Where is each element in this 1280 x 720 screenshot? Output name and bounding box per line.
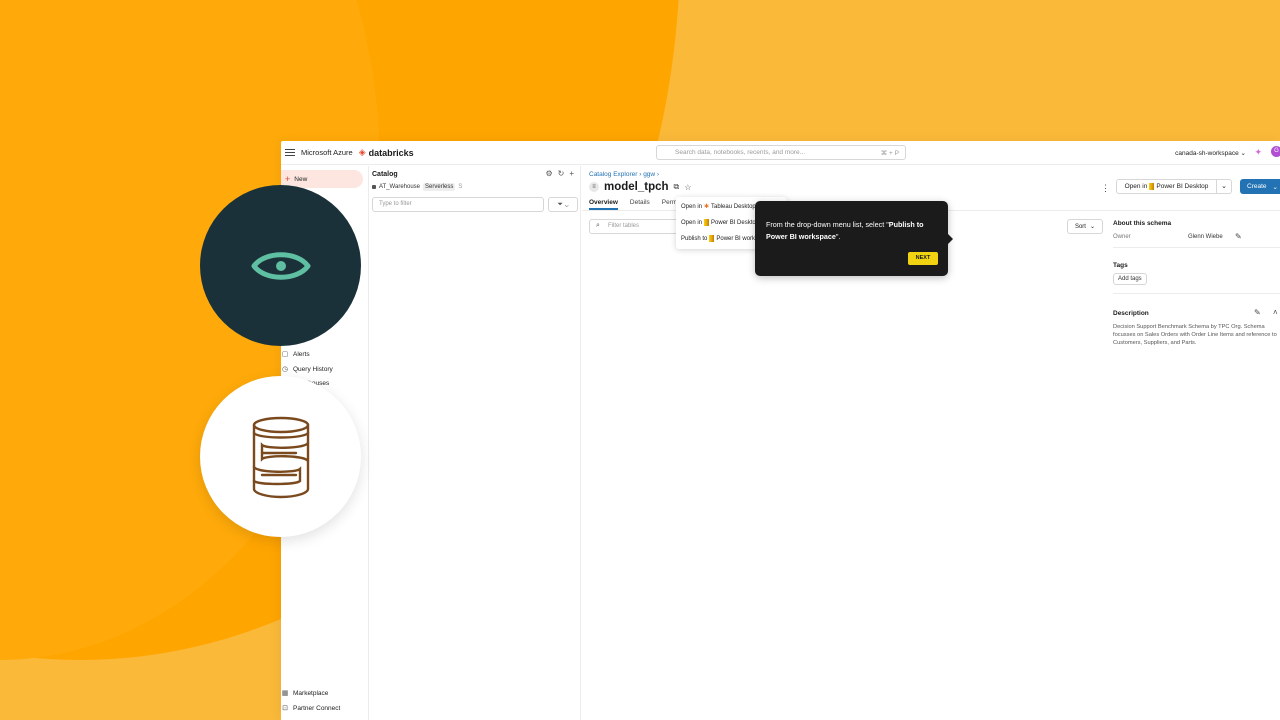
history-icon: ◷ <box>281 366 289 373</box>
eye-icon <box>251 251 310 280</box>
powerbi-icon <box>704 219 710 226</box>
add-icon[interactable]: + <box>569 169 574 178</box>
menu-item-target: Power BI Desktop <box>711 219 760 226</box>
description-text: Decision Support Benchmark Schema by TPC… <box>1113 324 1277 346</box>
create-label: Create <box>1247 183 1267 190</box>
tooltip-text-start: From the drop-down menu list, select " <box>766 220 889 229</box>
search-shortcut: ⌘ + P <box>880 149 899 157</box>
sort-button[interactable]: Sort ⌄ <box>1067 219 1103 234</box>
divider <box>1113 293 1280 294</box>
catalog-filter-input[interactable]: Type to filter <box>372 197 544 212</box>
tooltip-text-end: ". <box>835 231 841 241</box>
database-circle <box>200 376 361 537</box>
top-bar: Microsoft Azure ◈ databricks Search data… <box>281 141 1280 165</box>
filter-funnel-icon[interactable]: ⏷ ⌄ <box>548 197 578 212</box>
sidebar-item-query-history[interactable]: ◷ Query History <box>281 365 333 374</box>
chevron-down-icon: ⌄ <box>1089 224 1096 230</box>
refresh-icon[interactable]: ↻ <box>558 169 565 178</box>
search-placeholder: Search data, notebooks, recents, and mor… <box>675 149 806 156</box>
link-icon: ⊡ <box>282 705 288 712</box>
open-in-dropdown-toggle[interactable]: ⌄ <box>1217 179 1232 194</box>
warehouse-selector[interactable]: AT_Warehouse Serverless S <box>372 183 462 191</box>
menu-item-prefix: Publish to <box>681 235 708 242</box>
catalog-actions: ⚙ ↻ + <box>545 169 574 178</box>
warehouse-name: AT_Warehouse <box>379 184 421 190</box>
search-icon: ⌕ <box>596 222 600 229</box>
avatar[interactable]: G <box>1271 146 1280 157</box>
description-heading: Description <box>1113 310 1149 317</box>
warehouse-icon <box>372 185 376 189</box>
guide-tooltip: From the drop-down menu list, select "Pu… <box>755 201 953 276</box>
powerbi-icon <box>709 235 715 242</box>
tab-details[interactable]: Details <box>630 199 650 210</box>
tags-heading: Tags <box>1113 262 1128 269</box>
brand-name[interactable]: databricks <box>369 148 414 158</box>
new-button-label: New <box>294 175 308 183</box>
menu-item-open-powerbi[interactable]: Open in Power BI Desktop <box>681 219 759 226</box>
star-icon[interactable]: ☆ <box>684 183 691 192</box>
edit-owner-icon[interactable]: ✎ <box>1235 232 1242 241</box>
sidebar-item-label: Partner Connect <box>293 704 341 712</box>
about-heading: About this schema <box>1113 220 1172 227</box>
tab-overview[interactable]: Overview <box>589 199 618 210</box>
sidebar-item-label: Query History <box>293 365 333 373</box>
schema-icon: ≡ <box>589 182 599 192</box>
catalog-pane: Catalog ⚙ ↻ + AT_Warehouse Serverless S … <box>370 166 581 720</box>
menu-item-prefix: Open in <box>681 203 703 210</box>
edit-description-icon[interactable]: ✎ <box>1254 308 1261 317</box>
tooltip-arrow <box>948 234 953 244</box>
owner-value: Glenn Wiebe <box>1188 234 1223 240</box>
bell-icon: ▢ <box>281 351 289 358</box>
global-search-input[interactable]: Search data, notebooks, recents, and mor… <box>656 145 906 160</box>
menu-item-open-tableau[interactable]: Open in ✱ Tableau Desktop <box>681 203 756 211</box>
powerbi-icon <box>1149 183 1155 190</box>
filter-tables-placeholder: Filter tables <box>608 223 640 229</box>
sidebar-item-partner-connect[interactable]: ⊡ Partner Connect <box>281 704 341 713</box>
sidebar-item-label: Marketplace <box>293 689 329 697</box>
plus-icon: + <box>285 174 291 184</box>
settings-icon[interactable]: ⚙ <box>545 169 552 178</box>
open-in-button[interactable]: Open in Power BI Desktop <box>1116 179 1217 194</box>
tableau-icon: ✱ <box>704 204 710 210</box>
warehouse-size: S <box>458 184 463 190</box>
create-button[interactable]: Create ⌄ <box>1240 179 1280 194</box>
azure-label: Microsoft Azure <box>301 148 353 157</box>
owner-label: Owner <box>1113 234 1131 240</box>
sort-label: Sort <box>1074 223 1086 230</box>
catalog-title: Catalog <box>372 171 398 178</box>
sidebar-item-alerts[interactable]: ▢ Alerts <box>281 350 310 359</box>
workspace-selector[interactable]: canada-sh-workspace ⌄ <box>1175 149 1246 157</box>
sidebar-item-marketplace[interactable]: ▦ Marketplace <box>281 689 329 698</box>
copy-icon[interactable]: ⧉ <box>674 182 680 192</box>
divider <box>1113 247 1280 248</box>
chevron-down-icon: ⌄ <box>1272 183 1278 191</box>
sidebar-item-label: Alerts <box>293 350 310 358</box>
databricks-logo-icon: ◈ <box>358 147 366 157</box>
store-icon: ▦ <box>281 690 289 697</box>
title-row: ≡ model_tpch ⧉ ☆ <box>589 181 691 193</box>
eye-circle <box>200 185 361 346</box>
menu-item-target: Tableau Desktop <box>711 203 756 210</box>
assistant-sparkle-icon[interactable]: ✦ <box>1254 147 1262 158</box>
about-panel: About this schema Owner Glenn Wiebe ✎ Ta… <box>1113 210 1280 720</box>
menu-item-prefix: Open in <box>681 219 703 226</box>
open-in-label: Open in <box>1124 183 1148 190</box>
breadcrumb[interactable]: Catalog Explorer › ggw › <box>589 171 659 178</box>
page-title: model_tpch <box>604 181 669 193</box>
serverless-badge: Serverless <box>423 183 456 191</box>
open-in-target: Power BI Desktop <box>1156 183 1209 190</box>
database-icon <box>252 416 309 498</box>
collapse-icon[interactable]: ˄ <box>1273 308 1278 317</box>
menu-icon[interactable] <box>285 148 295 158</box>
next-button[interactable]: NEXT <box>908 252 938 265</box>
add-tags-button[interactable]: Add tags <box>1113 273 1147 285</box>
more-options-icon[interactable]: ⋮ <box>1101 183 1110 194</box>
